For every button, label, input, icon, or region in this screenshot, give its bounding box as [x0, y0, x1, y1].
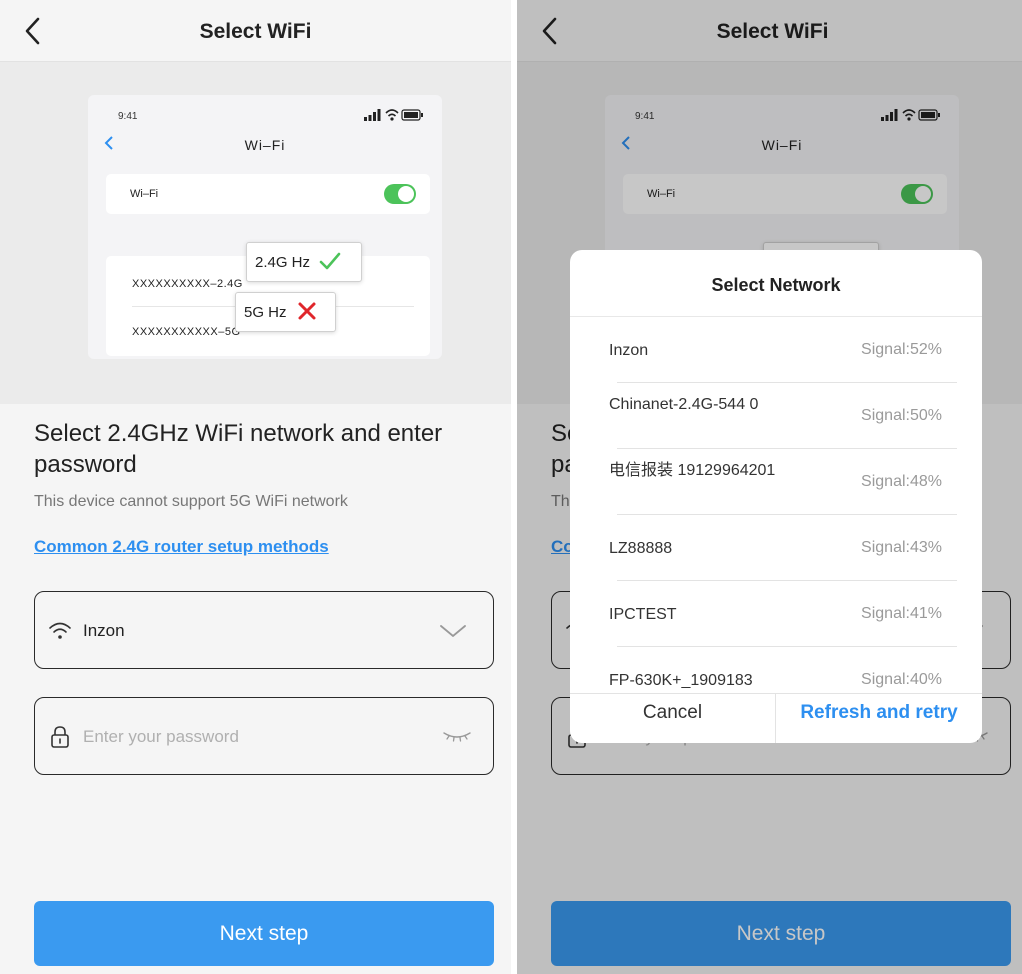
nav-header: Select WiFi [0, 0, 511, 62]
section-title: Select 2.4GHz WiFi network and enter pas… [34, 420, 443, 478]
tag-24ghz-label: 2.4G Hz [255, 254, 311, 271]
network-signal: Signal:48% [861, 473, 942, 490]
network-name: Chinanet-2.4G-544 0 [609, 396, 759, 413]
chevron-down-icon[interactable] [439, 622, 467, 640]
refresh-retry-button[interactable]: Refresh and retry [776, 694, 982, 743]
network-list[interactable]: Inzon Signal:52% Chinanet-2.4G-544 0 Sig… [570, 317, 982, 693]
network-item[interactable]: 电信报装 19129964201 Signal:48% [570, 449, 982, 515]
network-name: Inzon [609, 342, 649, 359]
wifi-select-field[interactable]: Inzon [34, 591, 494, 669]
check-icon [319, 252, 341, 270]
network-item[interactable]: FP-630K+_1909183 Signal:40% [570, 647, 982, 693]
network-item[interactable]: IPCTEST Signal:41% [570, 581, 982, 647]
status-bar-icons [364, 109, 423, 121]
dialog-title: Select Network [711, 275, 841, 295]
eye-closed-icon[interactable] [441, 728, 473, 744]
wifi-illustration: 9:41 Wi–Fi Wi–Fi XXXXXXXXXX–2.4G XXXXXXX… [0, 62, 511, 404]
tag-5ghz-label: 5G Hz [244, 304, 287, 321]
mock-title: Wi–Fi [244, 137, 286, 153]
mock-wifi-label: Wi–Fi [130, 188, 159, 200]
section-subtitle: This device cannot support 5G WiFi netwo… [34, 493, 348, 510]
dialog-actions: Cancel Refresh and retry [570, 693, 982, 743]
lock-icon [51, 726, 69, 748]
password-input[interactable] [83, 724, 423, 750]
wifi-icon [49, 622, 71, 639]
network-name: LZ88888 [609, 540, 673, 557]
screen-select-wifi-modal: Select WiFi 9:41 Wi–Fi Wi–Fi XXXXXXXXXX–… [517, 0, 1022, 974]
mock-toggle-switch [384, 184, 416, 204]
tag-24ghz: 2.4G Hz [246, 242, 362, 282]
router-setup-link[interactable]: Common 2.4G router setup methods [34, 537, 329, 557]
network-signal: Signal:50% [861, 407, 942, 424]
mock-time: 9:41 [118, 111, 138, 122]
cancel-button[interactable]: Cancel [570, 694, 775, 743]
tag-5ghz: 5G Hz [235, 292, 336, 332]
cross-icon [298, 302, 316, 320]
network-item[interactable]: Inzon Signal:52% [570, 317, 982, 383]
screen-select-wifi: Select WiFi 9:41 Wi–Fi Wi–Fi XXXXXXXXXX–… [0, 0, 511, 974]
network-signal: Signal:41% [861, 605, 942, 622]
phone-mockup: 9:41 Wi–Fi Wi–Fi XXXXXXXXXX–2.4G XXXXXXX… [88, 95, 442, 359]
network-item[interactable]: LZ88888 Signal:43% [570, 515, 982, 581]
password-field[interactable] [34, 697, 494, 775]
select-network-dialog: Select Network Inzon Signal:52% Chinanet… [570, 250, 982, 743]
network-name: IPCTEST [609, 606, 677, 623]
next-step-button[interactable]: Next step [34, 901, 494, 966]
mock-wifi-toggle-card: Wi–Fi [106, 174, 430, 214]
selected-wifi-value: Inzon [83, 621, 125, 640]
network-signal: Signal:40% [861, 671, 942, 688]
network-signal: Signal:43% [861, 539, 942, 556]
mock-network-24g: XXXXXXXXXX–2.4G [132, 278, 243, 290]
page-title: Select WiFi [199, 20, 312, 43]
network-name: FP-630K+_1909183 [609, 672, 753, 689]
network-name: 电信报装 19129964201 [609, 462, 776, 479]
network-item[interactable]: Chinanet-2.4G-544 0 Signal:50% [570, 383, 982, 449]
mock-network-5g: XXXXXXXXXXX–5G [132, 326, 241, 338]
network-signal: Signal:52% [861, 341, 942, 358]
